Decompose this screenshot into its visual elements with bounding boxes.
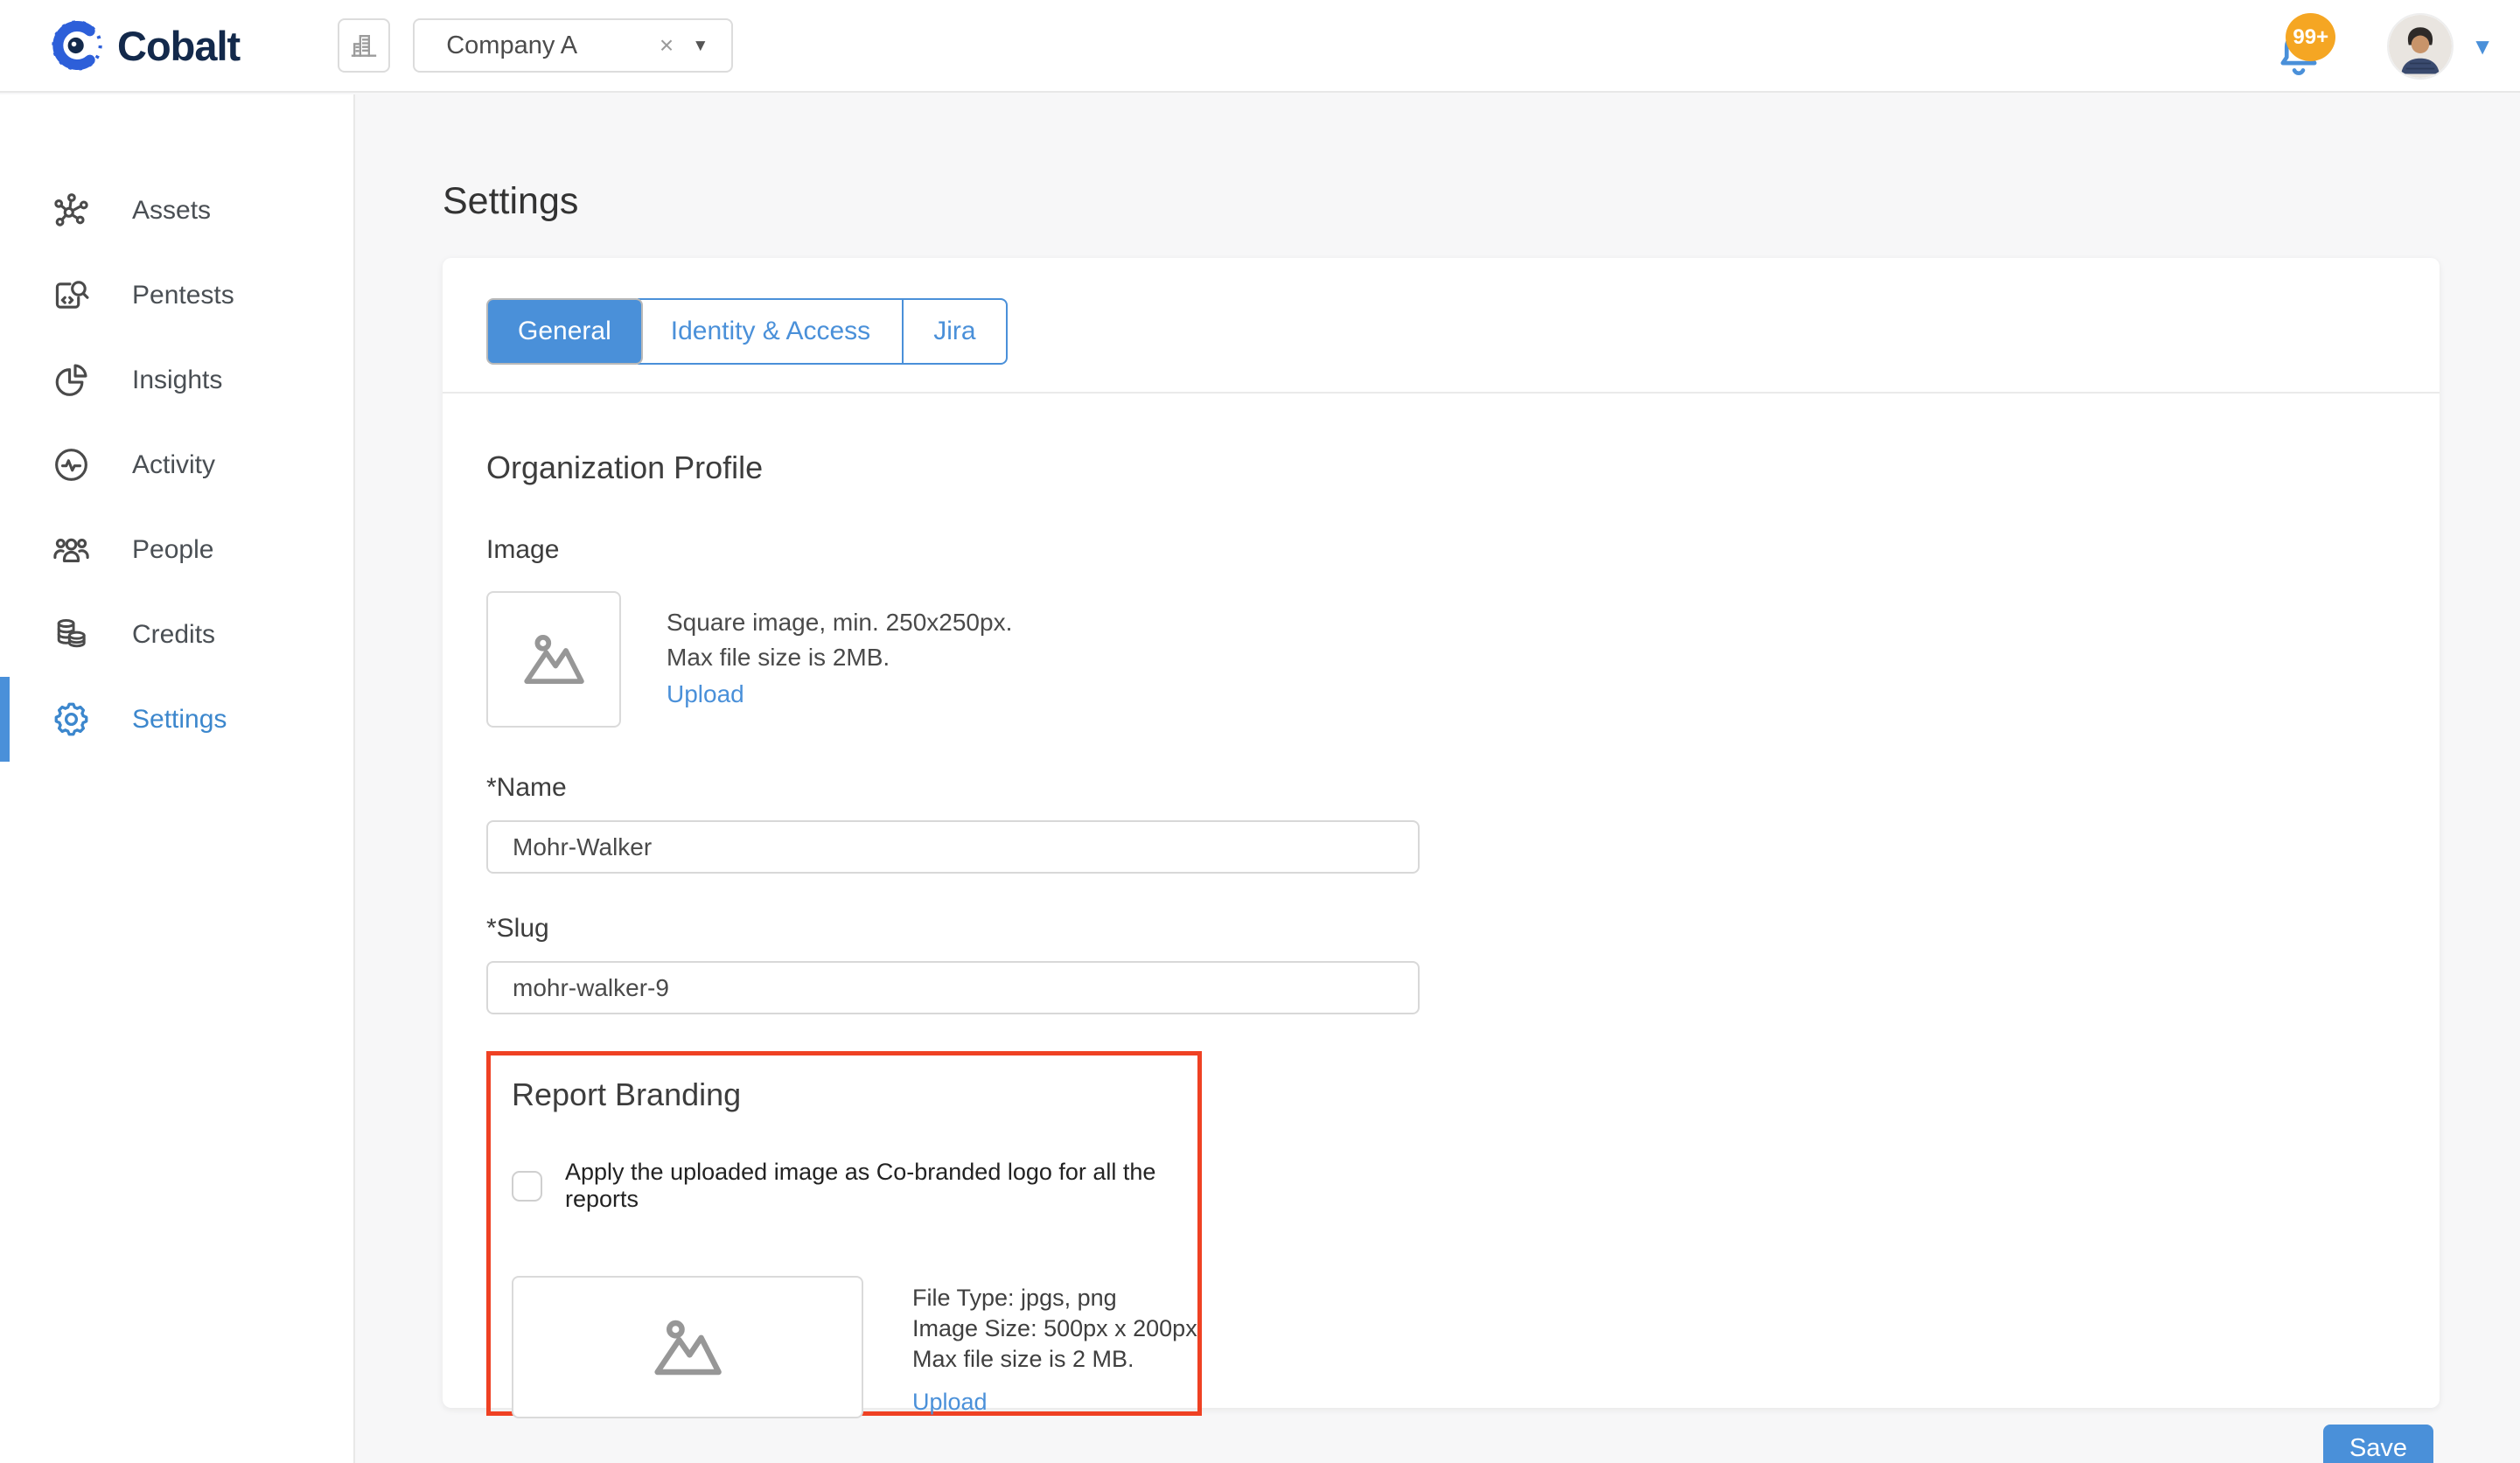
cobalt-logo[interactable]: Cobalt — [49, 17, 240, 73]
org-image-help: Square image, min. 250x250px. Max file s… — [667, 591, 1012, 728]
topbar-right: 99+ ▼ — [2270, 0, 2494, 93]
slug-field-label: *Slug — [486, 914, 2396, 944]
org-image-placeholder[interactable] — [486, 591, 621, 728]
sidebar-item-label: Credits — [132, 620, 215, 650]
main-content: Settings General Identity & Access Jira … — [355, 93, 2520, 1463]
pentest-document-search-icon — [51, 275, 92, 316]
chevron-down-icon[interactable]: ▼ — [692, 38, 709, 54]
sidebar-item-assets[interactable]: Assets — [0, 168, 353, 253]
file-info-line: Image Size: 500px x 200px — [912, 1313, 1197, 1344]
cobranded-logo-checkbox-label: Apply the uploaded image as Co-branded l… — [565, 1159, 1197, 1213]
sidebar-item-label: Settings — [132, 705, 227, 735]
branding-image-row: File Type: jpgs, png Image Size: 500px x… — [512, 1276, 1197, 1418]
user-avatar[interactable] — [2387, 13, 2454, 80]
image-field-label: Image — [486, 535, 2396, 565]
org-selected-value: Company A — [446, 31, 577, 60]
cobranded-logo-checkbox-row: Apply the uploaded image as Co-branded l… — [512, 1159, 1197, 1213]
sidebar-item-label: Insights — [132, 366, 222, 395]
tab-identity-access[interactable]: Identity & Access — [638, 298, 904, 365]
name-field-label: *Name — [486, 773, 2396, 803]
settings-card: General Identity & Access Jira Organizat… — [443, 258, 2440, 1408]
settings-tab-group: General Identity & Access Jira — [486, 298, 1008, 365]
page-title: Settings — [443, 180, 2520, 223]
image-placeholder-icon — [516, 622, 591, 697]
org-building-button[interactable] — [338, 18, 390, 73]
activity-pulse-icon — [51, 444, 92, 485]
people-icon — [51, 529, 92, 570]
sidebar-item-label: Assets — [132, 196, 211, 226]
org-image-row: Square image, min. 250x250px. Max file s… — [486, 591, 2396, 728]
save-button[interactable]: Save — [2323, 1425, 2433, 1463]
brand-wordmark: Cobalt — [117, 22, 240, 70]
image-placeholder-icon — [646, 1306, 729, 1390]
notifications-bell[interactable]: 99+ — [2270, 11, 2333, 81]
name-input[interactable] — [486, 820, 1420, 874]
sidebar-item-credits[interactable]: Credits — [0, 592, 353, 677]
sidebar-item-pentests[interactable]: Pentests — [0, 253, 353, 338]
notification-count-badge: 99+ — [2286, 13, 2335, 61]
sidebar-item-label: People — [132, 535, 213, 565]
cobranded-logo-checkbox[interactable] — [512, 1171, 542, 1202]
branding-file-info: File Type: jpgs, png Image Size: 500px x… — [912, 1276, 1197, 1418]
report-branding-heading: Report Branding — [512, 1076, 1197, 1113]
image-requirement-line: Max file size is 2MB. — [667, 640, 1012, 675]
pie-chart-icon — [51, 359, 92, 401]
sidebar-item-insights[interactable]: Insights — [0, 338, 353, 422]
assets-network-icon — [51, 190, 92, 231]
sidebar-item-label: Pentests — [132, 281, 234, 310]
branding-upload-link[interactable]: Upload — [912, 1387, 988, 1418]
org-image-upload-link[interactable]: Upload — [667, 677, 744, 712]
tab-jira[interactable]: Jira — [902, 298, 1007, 365]
user-menu-caret-icon[interactable]: ▼ — [2471, 33, 2494, 60]
gear-icon — [51, 699, 92, 740]
sidebar-item-label: Activity — [132, 450, 215, 480]
sidebar-item-settings[interactable]: Settings — [0, 677, 353, 762]
file-info-line: Max file size is 2 MB. — [912, 1344, 1197, 1375]
org-switcher: Company A × ▼ — [338, 18, 733, 73]
organization-profile-section: Organization Profile Image Square image,… — [443, 394, 2440, 1416]
file-info-line: File Type: jpgs, png — [912, 1283, 1197, 1313]
sidebar-item-activity[interactable]: Activity — [0, 422, 353, 507]
active-item-indicator — [0, 677, 10, 762]
org-profile-heading: Organization Profile — [486, 449, 2396, 486]
topbar: Cobalt Company A × ▼ 99+ — [0, 0, 2520, 93]
branding-image-placeholder[interactable] — [512, 1276, 863, 1418]
building-icon — [346, 28, 381, 63]
coins-icon — [51, 614, 92, 655]
tabs-row: General Identity & Access Jira — [443, 258, 2440, 392]
sidebar: Assets Pentests Insights Activity — [0, 94, 355, 1463]
avatar-photo — [2389, 15, 2452, 78]
image-requirement-line: Square image, min. 250x250px. — [667, 605, 1012, 640]
sidebar-item-people[interactable]: People — [0, 507, 353, 592]
org-select-dropdown[interactable]: Company A × ▼ — [413, 18, 733, 73]
clear-selection-icon[interactable]: × — [660, 33, 674, 58]
slug-input[interactable] — [486, 961, 1420, 1014]
cobalt-c-icon — [49, 17, 105, 73]
tab-general[interactable]: General — [486, 298, 643, 365]
report-branding-section-highlight: Report Branding Apply the uploaded image… — [486, 1051, 1202, 1416]
